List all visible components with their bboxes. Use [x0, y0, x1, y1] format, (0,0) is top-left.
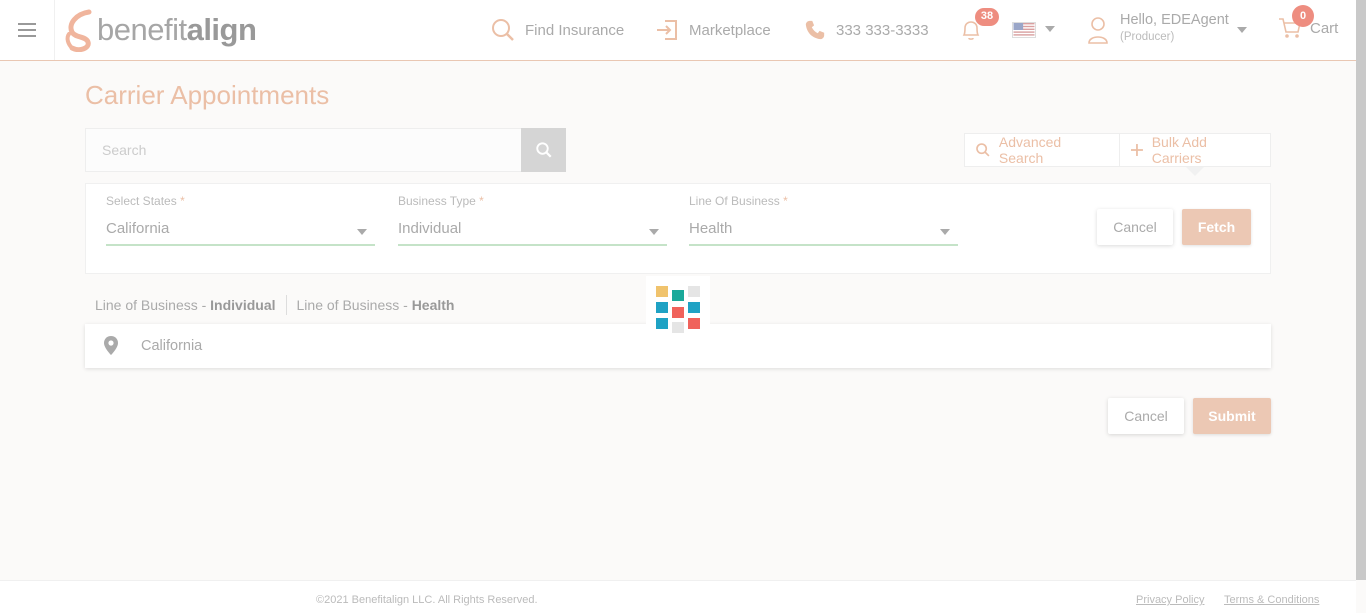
select-states-field[interactable]: Select States * California — [106, 194, 375, 246]
marketplace-link[interactable]: Marketplace — [655, 0, 771, 60]
select-states-dropdown[interactable]: California — [106, 220, 375, 246]
location-pin-icon — [104, 336, 118, 355]
select-states-label: Select States * — [106, 194, 185, 208]
loader-square — [688, 302, 700, 313]
page-title: Carrier Appointments — [85, 80, 330, 110]
copyright-text: ©2021 Benefitalign LLC. All Rights Reser… — [316, 594, 538, 606]
bulk-add-carriers-button[interactable]: Bulk Add Carriers — [1118, 134, 1270, 166]
cart-label: Cart — [1310, 19, 1339, 37]
notifications-button[interactable]: 38 — [960, 8, 999, 47]
filter-cancel-button[interactable]: Cancel — [1097, 209, 1173, 245]
user-menu[interactable]: Hello, EDEAgent (Producer) — [1120, 12, 1229, 43]
filter-panel: Select States * California Business Type… — [85, 183, 1271, 274]
bulk-add-carriers-label: Bulk Add Carriers — [1151, 134, 1207, 166]
benefitalign-logo[interactable]: benefitalign — [64, 8, 257, 52]
chevron-down-icon — [357, 229, 367, 235]
line-of-business-label: Line Of Business * — [689, 194, 788, 208]
user-greeting: Hello, EDEAgent — [1120, 12, 1229, 28]
cart-count-badge: 0 — [1292, 5, 1314, 27]
fetch-button[interactable]: Fetch — [1182, 209, 1251, 245]
find-insurance-label: Find Insurance — [525, 21, 625, 39]
loading-spinner-icon — [646, 276, 710, 336]
hamburger-menu-button[interactable] — [0, 0, 55, 60]
marketplace-label: Marketplace — [689, 21, 771, 39]
user-chevron-down-icon[interactable] — [1237, 27, 1247, 33]
search-icon — [535, 142, 552, 158]
top-header: benefitalign Find Insurance Marketplace … — [0, 0, 1356, 61]
user-icon[interactable] — [1087, 16, 1109, 44]
advanced-search-label: Advanced Search — [998, 134, 1062, 166]
search-icon — [492, 19, 514, 41]
search-icon — [976, 143, 990, 157]
lob-summary: Line of Business - Individual Line of Bu… — [95, 295, 455, 315]
loader-square — [656, 286, 668, 297]
line-of-business-field[interactable]: Line Of Business * Health — [689, 194, 958, 246]
loader-square — [672, 322, 684, 333]
chevron-down-icon — [940, 229, 950, 235]
loader-square — [688, 318, 700, 329]
state-name: California — [141, 338, 203, 354]
menu-icon — [18, 29, 36, 31]
cancel-button[interactable]: Cancel — [1108, 398, 1184, 434]
logo-text: benefitalign — [97, 12, 257, 47]
language-chevron-down-icon[interactable] — [1045, 26, 1055, 32]
loader-square — [672, 290, 684, 301]
phone-icon — [805, 20, 825, 40]
sign-in-icon — [657, 20, 677, 40]
search-options-group: Advanced Search Bulk Add Carriers — [964, 133, 1271, 167]
search-input[interactable] — [86, 129, 521, 171]
user-role: (Producer) — [1120, 31, 1175, 43]
loader-square — [656, 318, 668, 329]
us-flag-icon[interactable] — [1012, 22, 1036, 38]
terms-conditions-link[interactable]: Terms & Conditions — [1224, 594, 1319, 606]
business-type-label: Business Type * — [398, 194, 484, 208]
business-type-summary: Line of Business - Individual — [95, 297, 276, 313]
search-field[interactable] — [85, 128, 522, 172]
business-type-field[interactable]: Business Type * Individual — [398, 194, 667, 246]
business-type-dropdown[interactable]: Individual — [398, 220, 667, 246]
privacy-policy-link[interactable]: Privacy Policy — [1136, 594, 1204, 606]
loader-square — [672, 307, 684, 318]
submit-button[interactable]: Submit — [1193, 398, 1271, 434]
advanced-search-button[interactable]: Advanced Search — [965, 134, 1119, 166]
chevron-down-icon — [649, 229, 659, 235]
divider — [285, 295, 287, 315]
cart-button[interactable]: 0 Cart — [1278, 5, 1339, 40]
line-of-business-summary: Line of Business - Health — [296, 297, 455, 313]
footer: ©2021 Benefitalign LLC. All Rights Reser… — [0, 580, 1356, 613]
panel-pointer — [1186, 167, 1204, 176]
plus-icon — [1130, 144, 1143, 156]
phone-link[interactable]: 333 333-3333 — [804, 0, 929, 60]
search-button[interactable] — [521, 128, 566, 172]
find-insurance-link[interactable]: Find Insurance — [491, 0, 624, 60]
phone-number: 333 333-3333 — [836, 21, 929, 39]
vertical-scrollbar[interactable] — [1356, 0, 1366, 580]
notification-count-badge: 38 — [975, 8, 999, 26]
loader-square — [688, 286, 700, 297]
loader-square — [656, 302, 668, 313]
line-of-business-dropdown[interactable]: Health — [689, 220, 958, 246]
logo-mark-icon — [65, 9, 92, 52]
